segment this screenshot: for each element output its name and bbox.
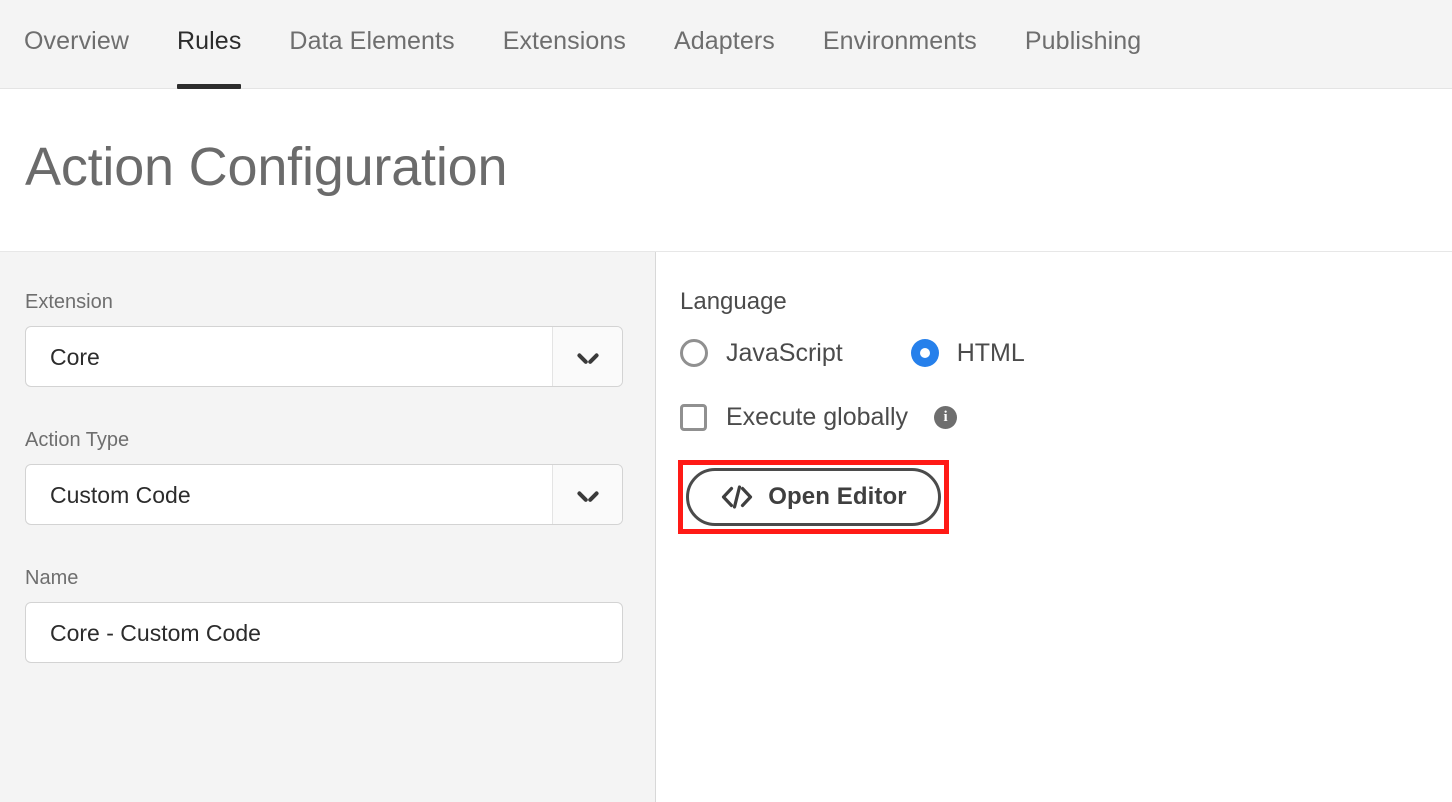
name-field-group: Name Core - Custom Code xyxy=(25,566,623,663)
action-type-select[interactable]: Custom Code xyxy=(25,464,623,525)
extension-label: Extension xyxy=(25,291,113,313)
action-type-select-arrow[interactable] xyxy=(552,465,622,524)
name-input[interactable]: Core - Custom Code xyxy=(25,602,623,663)
tab-environments-label: Environments xyxy=(822,27,977,55)
action-type-field-group: Action Type Custom Code xyxy=(25,428,623,525)
radio-html[interactable]: HTML xyxy=(910,338,1025,368)
language-label: Language xyxy=(680,288,787,315)
action-type-label: Action Type xyxy=(25,429,130,451)
radio-javascript[interactable]: JavaScript xyxy=(680,338,843,368)
right-settings-panel: Language JavaScript HTML Execute globall… xyxy=(656,252,1452,802)
extension-select[interactable]: Core xyxy=(25,326,623,387)
extension-select-arrow[interactable] xyxy=(552,327,622,386)
execute-globally-row: Execute globally i xyxy=(680,402,958,432)
tab-data-elements[interactable]: Data Elements xyxy=(265,0,478,89)
radio-html-circle-icon xyxy=(910,339,939,367)
name-label: Name xyxy=(25,567,79,589)
radio-javascript-label: JavaScript xyxy=(726,339,843,367)
nav-tab-list: Overview Rules Data Elements Extensions … xyxy=(24,0,1165,89)
tab-publishing[interactable]: Publishing xyxy=(1001,0,1165,89)
tab-adapters-label: Adapters xyxy=(673,27,775,55)
execute-globally-label: Execute globally xyxy=(726,403,909,431)
info-icon[interactable]: i xyxy=(934,405,958,429)
tab-overview[interactable]: Overview xyxy=(24,0,153,89)
execute-globally-checkbox[interactable] xyxy=(680,403,707,431)
radio-javascript-circle-icon xyxy=(680,339,708,367)
open-editor-label: Open Editor xyxy=(768,483,907,510)
page-title: Action Configuration xyxy=(25,137,508,197)
action-configuration-page: Overview Rules Data Elements Extensions … xyxy=(0,0,1452,802)
left-settings-panel: Extension Core Action Type Custom Code N… xyxy=(0,252,656,802)
tab-publishing-label: Publishing xyxy=(1024,27,1142,55)
tab-rules-label: Rules xyxy=(177,27,242,55)
open-editor-button[interactable]: Open Editor xyxy=(686,468,941,526)
chevron-down-icon xyxy=(578,351,598,362)
language-radio-group: JavaScript HTML xyxy=(680,338,1025,368)
page-title-area: Action Configuration xyxy=(0,89,1452,252)
main-nav-tabbar: Overview Rules Data Elements Extensions … xyxy=(0,0,1452,89)
tab-data-elements-label: Data Elements xyxy=(289,27,455,55)
extension-select-value: Core xyxy=(50,343,100,370)
extension-field-group: Extension Core xyxy=(25,290,623,387)
tab-rules[interactable]: Rules xyxy=(153,0,265,89)
tab-overview-label: Overview xyxy=(24,27,129,55)
tab-adapters[interactable]: Adapters xyxy=(650,0,799,89)
radio-html-label: HTML xyxy=(956,339,1025,367)
content-body: Extension Core Action Type Custom Code N… xyxy=(0,252,1452,802)
code-icon xyxy=(720,484,754,510)
tab-environments[interactable]: Environments xyxy=(799,0,1001,89)
tab-extensions[interactable]: Extensions xyxy=(479,0,650,89)
action-type-select-value: Custom Code xyxy=(50,481,191,508)
tab-extensions-label: Extensions xyxy=(502,27,626,55)
chevron-down-icon xyxy=(578,489,598,500)
